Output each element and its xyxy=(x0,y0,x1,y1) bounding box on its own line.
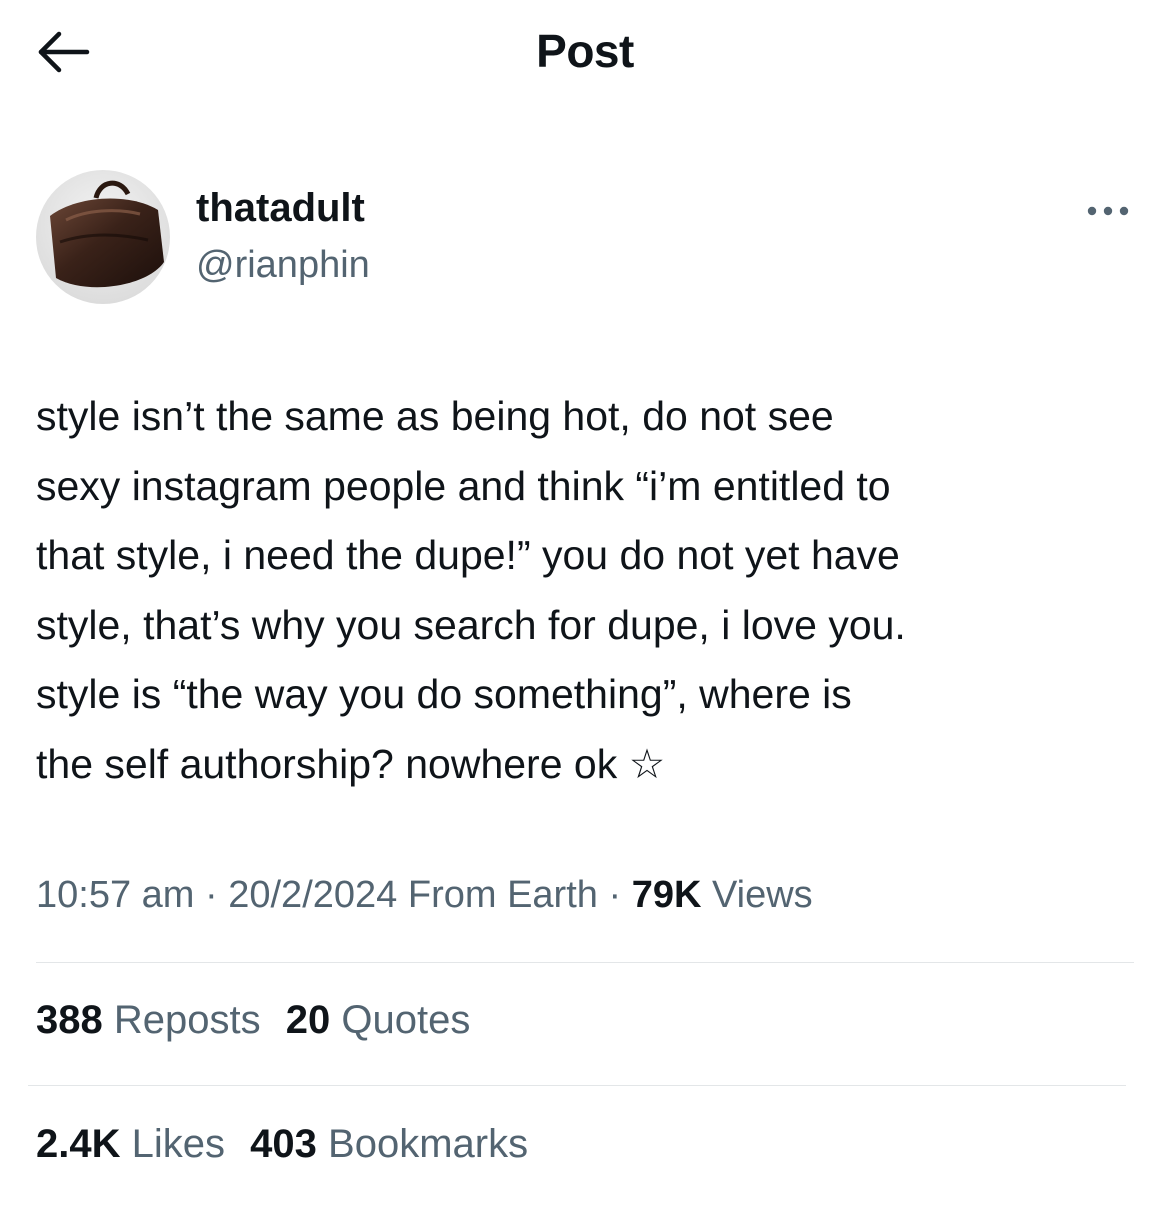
reposts-stat[interactable]: 388 Reposts xyxy=(36,998,261,1043)
author-display-name[interactable]: thatadult xyxy=(196,186,365,231)
more-horizontal-icon xyxy=(1087,206,1129,216)
divider xyxy=(36,962,1134,963)
post-source: From Earth xyxy=(407,874,598,916)
bookmarks-label: Bookmarks xyxy=(328,1122,529,1166)
views-count: 79K xyxy=(631,874,702,916)
meta-separator: · xyxy=(194,874,229,916)
quotes-label: Quotes xyxy=(341,998,471,1042)
post-meta: 10:57 am · 20/2/2024 From Earth · 79K Vi… xyxy=(36,874,813,917)
avatar[interactable] xyxy=(36,170,170,304)
bookmarks-count: 403 xyxy=(250,1122,317,1166)
post-text: style isn’t the same as being hot, do no… xyxy=(36,393,906,787)
reposts-label: Reposts xyxy=(113,998,261,1042)
author-handle[interactable]: @rianphin xyxy=(196,244,370,287)
post-time: 10:57 am xyxy=(36,874,195,916)
page-title: Post xyxy=(536,25,634,77)
quotes-count: 20 xyxy=(285,998,331,1042)
bookmarks-stat[interactable]: 403 Bookmarks xyxy=(250,1122,528,1167)
likes-stat[interactable]: 2.4K Likes xyxy=(36,1122,225,1167)
likes-label: Likes xyxy=(131,1122,226,1166)
more-options-button[interactable] xyxy=(1080,196,1136,226)
top-bar: Post xyxy=(0,0,1170,110)
avatar-image-bag xyxy=(36,170,170,304)
views-label: Views xyxy=(711,874,813,916)
stats-row-engagement: 2.4K Likes 403 Bookmarks xyxy=(36,1122,528,1167)
post-date[interactable]: 20/2/2024 xyxy=(228,874,397,916)
stats-row-shares: 388 Reposts 20 Quotes xyxy=(36,998,470,1043)
reposts-count: 388 xyxy=(36,998,103,1042)
divider xyxy=(28,1085,1126,1086)
quotes-stat[interactable]: 20 Quotes xyxy=(286,998,471,1043)
likes-count: 2.4K xyxy=(36,1122,121,1166)
post-author: thatadult @rianphin xyxy=(36,170,1136,310)
meta-separator: · xyxy=(597,874,632,916)
